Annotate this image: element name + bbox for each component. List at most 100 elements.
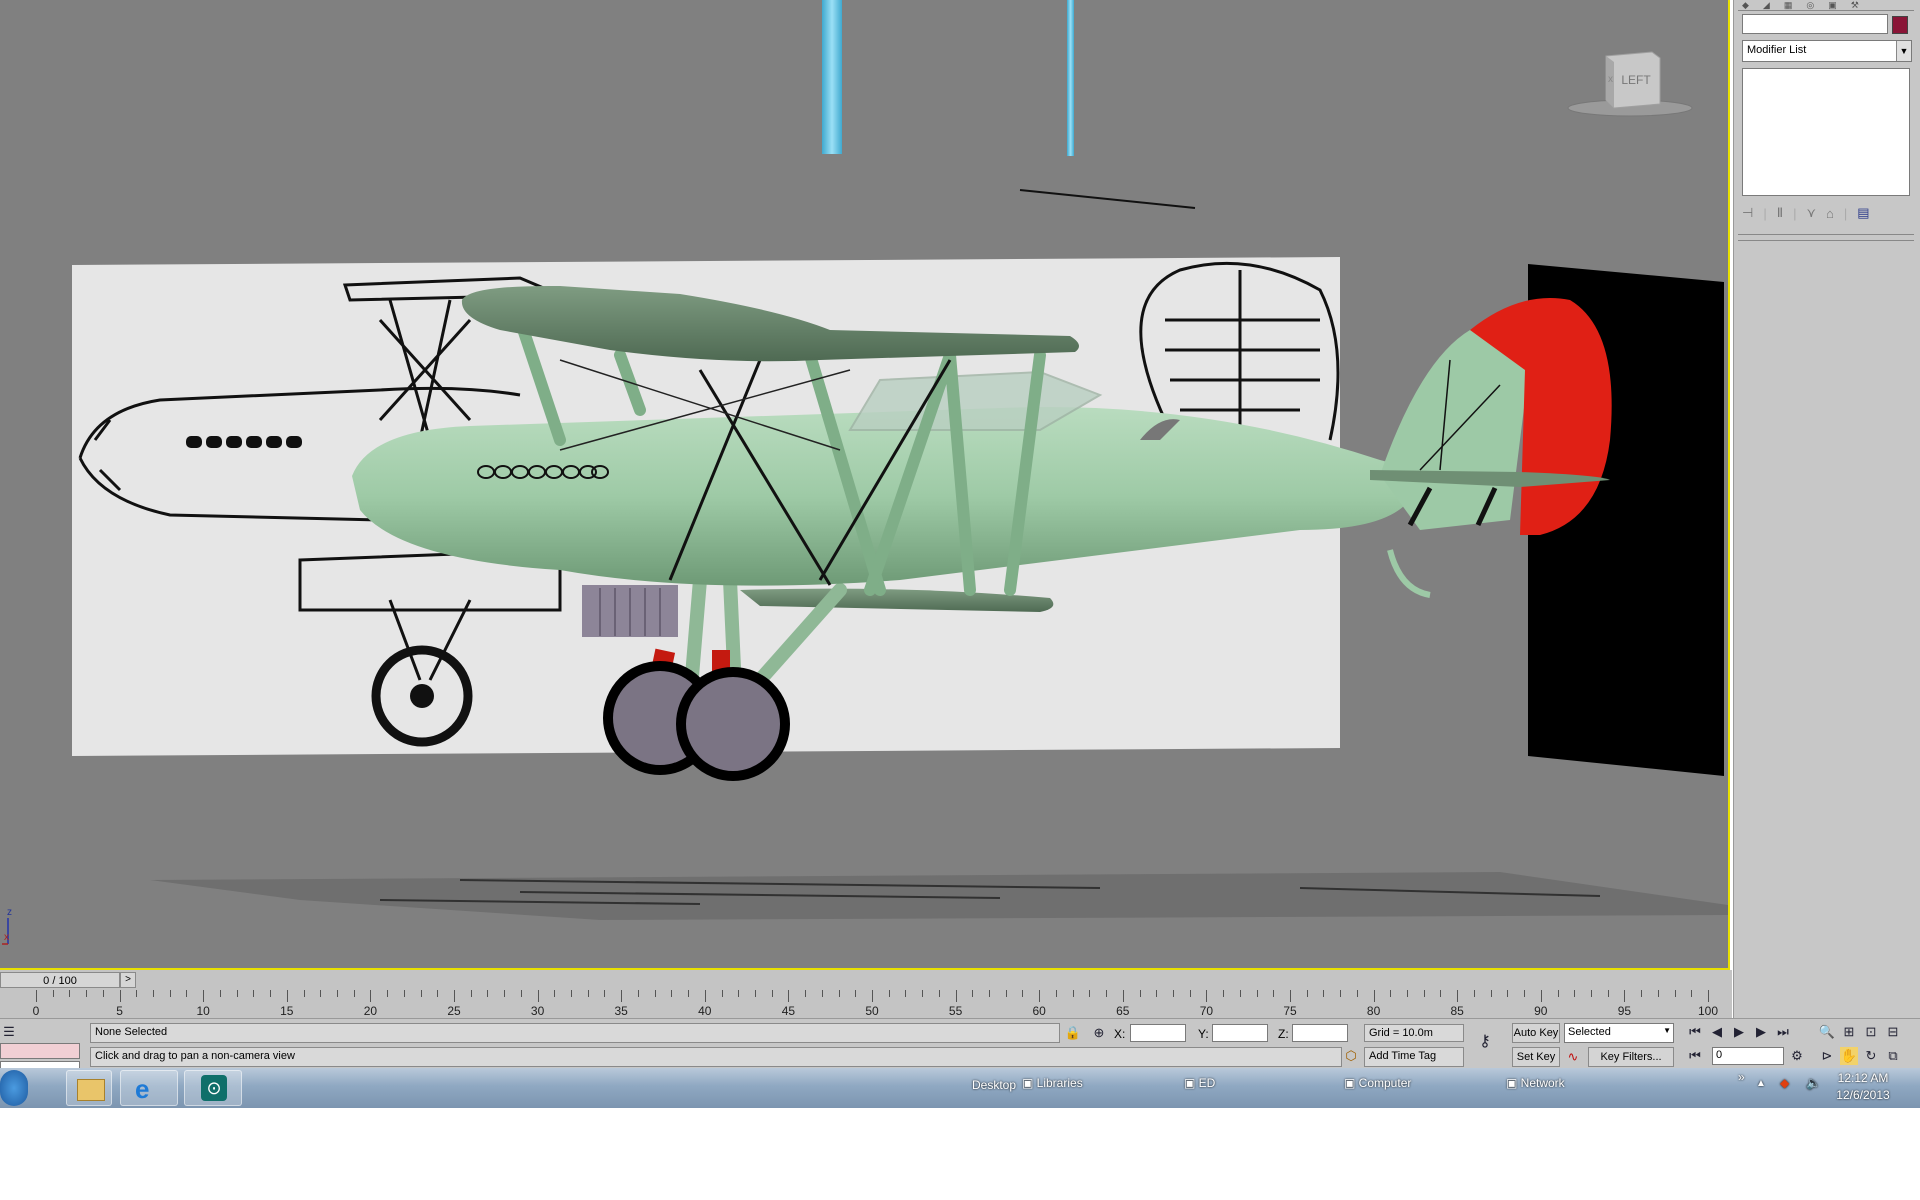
- start-button[interactable]: [0, 1070, 28, 1106]
- pin-stack-icon[interactable]: ⊣: [1742, 205, 1753, 221]
- maxscript-mini-listener[interactable]: [0, 1043, 80, 1059]
- field-of-view-icon[interactable]: ⊳: [1818, 1047, 1836, 1065]
- timeline-tick: [1340, 990, 1342, 997]
- timeline-tick: [1407, 990, 1409, 997]
- timeline-tick: [102, 990, 104, 997]
- x-label: X:: [1114, 1027, 1126, 1041]
- zoom-icon[interactable]: 🔍: [1818, 1023, 1836, 1041]
- timeline-tick-label: 35: [614, 1004, 628, 1018]
- timeline-tick: [989, 990, 991, 997]
- clock-date[interactable]: 12/6/2013: [1828, 1088, 1898, 1102]
- go-to-end-icon[interactable]: ⏭: [1774, 1023, 1792, 1041]
- desktop-toolbar-label[interactable]: Desktop: [972, 1078, 1016, 1092]
- next-frame-icon[interactable]: ▶: [1752, 1023, 1770, 1041]
- explorer-taskbar-icon[interactable]: [66, 1070, 112, 1106]
- 3dsmax-taskbar-icon[interactable]: ⊙: [184, 1070, 242, 1106]
- timeline-tick: [303, 990, 305, 997]
- motion-tab-icon[interactable]: ◎: [1806, 0, 1814, 10]
- show-hidden-icons-icon[interactable]: ▲: [1756, 1078, 1766, 1089]
- libraries-link[interactable]: ▣ Libraries: [1022, 1076, 1083, 1090]
- timeline-tick: [1373, 990, 1375, 1002]
- timeline-tick: [587, 990, 589, 997]
- timeline-tick: [1607, 990, 1609, 997]
- x-coordinate-field[interactable]: [1130, 1024, 1186, 1042]
- auto-key-button[interactable]: Auto Key: [1512, 1023, 1560, 1043]
- prompt-line: Click and drag to pan a non-camera view: [90, 1047, 1342, 1067]
- play-icon[interactable]: ▶: [1730, 1023, 1748, 1041]
- z-coordinate-field[interactable]: [1292, 1024, 1348, 1042]
- absolute-mode-icon[interactable]: ⊕: [1090, 1024, 1108, 1042]
- next-frame-arrow[interactable]: >: [120, 972, 136, 988]
- chevron-down-icon: ▼: [1663, 1026, 1671, 1035]
- modifier-list-dropdown[interactable]: Modifier List ▼: [1742, 40, 1912, 62]
- key-mode-dropdown[interactable]: Selected ▼: [1564, 1023, 1674, 1043]
- track-bar[interactable]: 0 5 10 15 20 25 30 35 40 45 50 55 60 65 70 75 80 85 90 95 10…: [33, 990, 1728, 1018]
- go-to-start-icon[interactable]: ⏮: [1686, 1023, 1704, 1041]
- timeline-tick: [604, 990, 606, 997]
- network-label: Network: [1520, 1076, 1565, 1090]
- internet-explorer-icon[interactable]: e: [120, 1070, 178, 1106]
- time-slider[interactable]: 0 / 100: [0, 972, 120, 988]
- remove-modifier-icon[interactable]: ⌂: [1826, 206, 1834, 221]
- zoom-extents-all-icon[interactable]: ⊟: [1884, 1023, 1902, 1041]
- display-tab-icon[interactable]: ▣: [1828, 0, 1837, 10]
- timeline-tick: [1055, 990, 1057, 997]
- timeline-tick: [1172, 990, 1174, 997]
- modify-tab-icon[interactable]: ◢: [1763, 0, 1770, 10]
- timeline-tick: [169, 990, 171, 997]
- timeline-tick: [888, 990, 890, 997]
- orbit-icon[interactable]: ↻: [1862, 1047, 1880, 1065]
- ed-folder-link[interactable]: ▣ ED: [1184, 1076, 1215, 1090]
- time-configuration-icon[interactable]: ⚙: [1788, 1047, 1806, 1065]
- object-color-swatch[interactable]: [1892, 16, 1908, 34]
- set-key-button[interactable]: Set Key: [1512, 1047, 1560, 1067]
- timeline-tick: [571, 990, 573, 997]
- perspective-viewport[interactable]: LEFT x z x: [0, 0, 1730, 970]
- timeline-tick-label: 15: [280, 1004, 294, 1018]
- modifier-list-label: Modifier List: [1747, 44, 1807, 56]
- timeline-tick-label: 75: [1283, 1004, 1297, 1018]
- clock-time[interactable]: 12:12 AM: [1828, 1071, 1898, 1085]
- panel-tab-icons[interactable]: ◆ ◢ ▦ ◎ ▣ ⚒: [1742, 0, 1912, 10]
- timeline-tick: [972, 990, 974, 997]
- svg-text:x: x: [4, 932, 9, 943]
- maxscript-listener-icon[interactable]: ☰: [0, 1023, 18, 1041]
- key-mode-toggle-icon[interactable]: ⏮: [1686, 1047, 1704, 1065]
- key-icon[interactable]: ⚷: [1476, 1033, 1494, 1051]
- time-tag-icon[interactable]: ⬡: [1342, 1047, 1360, 1065]
- configure-sets-icon[interactable]: ▤: [1857, 205, 1869, 221]
- timeline-tick: [1122, 990, 1124, 1002]
- y-coordinate-field[interactable]: [1212, 1024, 1268, 1042]
- computer-link[interactable]: ▣ Computer: [1344, 1076, 1411, 1090]
- curve-editor-icon[interactable]: ∿: [1564, 1048, 1582, 1066]
- modifier-stack[interactable]: [1742, 68, 1910, 196]
- maximize-viewport-icon[interactable]: ⧉: [1884, 1047, 1902, 1065]
- make-unique-icon[interactable]: ⋎: [1807, 205, 1817, 221]
- create-tab-icon[interactable]: ◆: [1742, 0, 1749, 10]
- previous-frame-icon[interactable]: ◀: [1708, 1023, 1726, 1041]
- scene-canvas[interactable]: LEFT x z x: [0, 0, 1730, 970]
- utilities-tab-icon[interactable]: ⚒: [1851, 0, 1859, 10]
- toolbar-overflow[interactable]: »: [1738, 1070, 1745, 1084]
- network-link[interactable]: ▣ Network: [1506, 1076, 1565, 1090]
- add-time-tag[interactable]: Add Time Tag: [1364, 1047, 1464, 1067]
- lock-icon[interactable]: 🔒: [1064, 1024, 1082, 1042]
- zoom-extents-icon[interactable]: ⊡: [1862, 1023, 1880, 1041]
- timeline-tick: [805, 990, 807, 997]
- timeline-tick: [1423, 990, 1425, 997]
- show-end-result-icon[interactable]: Ⅱ: [1777, 205, 1783, 221]
- volume-icon[interactable]: 🔈: [1806, 1076, 1821, 1090]
- timeline-tick: [1356, 990, 1358, 997]
- zoom-all-icon[interactable]: ⊞: [1840, 1023, 1858, 1041]
- timeline-tick: [1273, 990, 1275, 997]
- hierarchy-tab-icon[interactable]: ▦: [1784, 0, 1793, 10]
- ground-shadow: [150, 872, 1728, 920]
- pan-icon[interactable]: ✋: [1840, 1047, 1858, 1065]
- current-frame-field[interactable]: 0: [1712, 1047, 1784, 1065]
- timeline-tick: [454, 990, 455, 1002]
- timeline-tick: [1624, 990, 1626, 1002]
- timeline-tick: [704, 990, 706, 1002]
- key-filters-button[interactable]: Key Filters...: [1588, 1047, 1674, 1067]
- flag-icon[interactable]: ◆: [1780, 1076, 1789, 1090]
- object-name-field[interactable]: [1742, 14, 1888, 34]
